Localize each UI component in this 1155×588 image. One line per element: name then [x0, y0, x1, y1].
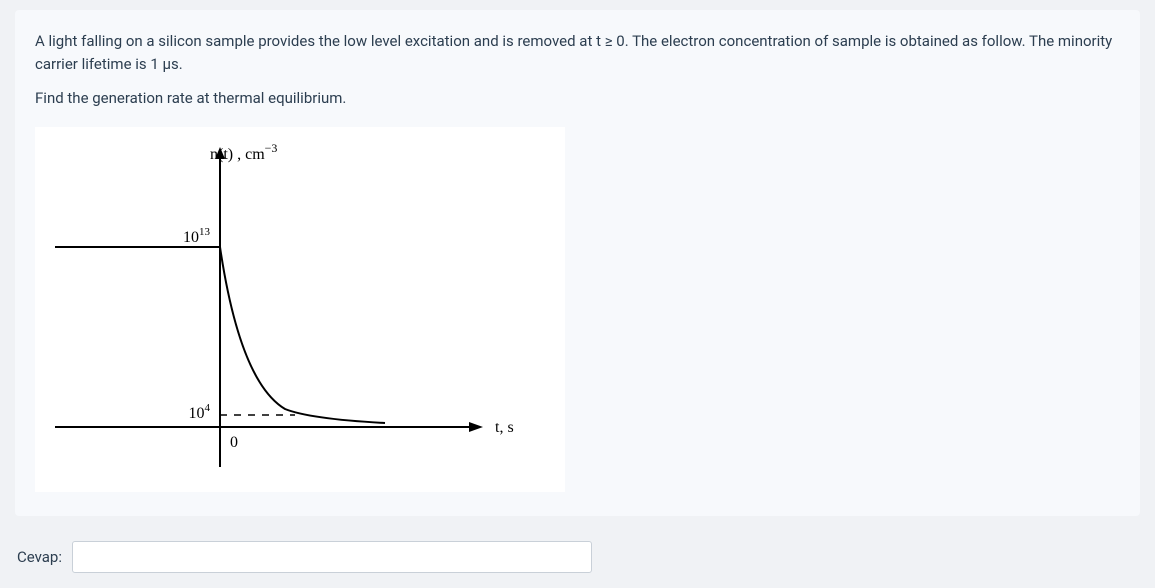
answer-input[interactable] — [72, 541, 592, 573]
y-tick-10-13: 1013 — [183, 226, 211, 246]
x-axis-label: t, s — [495, 419, 514, 436]
decay-graph: n(t) , cm−3 1013 104 0 t, s — [45, 137, 555, 482]
question-paragraph-2: Find the generation rate at thermal equi… — [35, 87, 1120, 110]
question-text: A light falling on a silicon sample prov… — [35, 30, 1120, 110]
answer-label: Cevap: — [17, 546, 62, 569]
y-tick-10-4: 104 — [189, 402, 211, 422]
question-paragraph-1: A light falling on a silicon sample prov… — [35, 30, 1120, 75]
answer-row: Cevap: — [15, 536, 1140, 578]
graph-container: n(t) , cm−3 1013 104 0 t, s — [35, 127, 565, 492]
y-axis-label: n(t) , cm−3 — [210, 141, 277, 163]
x-tick-0: 0 — [230, 434, 238, 451]
question-card: A light falling on a silicon sample prov… — [15, 10, 1140, 516]
